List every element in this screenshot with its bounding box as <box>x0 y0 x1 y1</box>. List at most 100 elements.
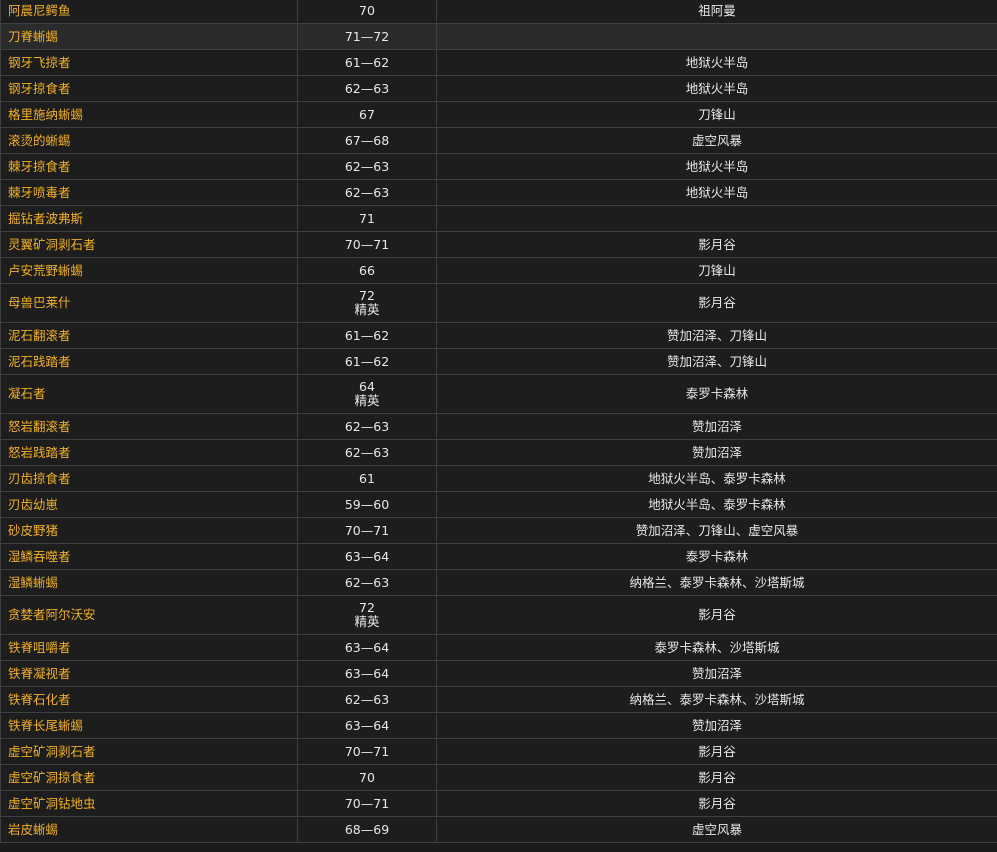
elite-tag: 精英 <box>354 393 380 408</box>
creature-name-link[interactable]: 湿鳞蜥蜴 <box>0 569 298 596</box>
creature-name-link[interactable]: 棘牙喷毒者 <box>0 179 298 206</box>
creature-level-cell: 62—63 <box>297 686 437 713</box>
creature-name-link[interactable]: 怒岩翻滚者 <box>0 413 298 440</box>
creature-level: 63—64 <box>344 548 390 564</box>
creature-name-link[interactable]: 铁脊长尾蜥蜴 <box>0 712 298 739</box>
creature-level: 72 <box>359 288 375 303</box>
creature-name-link[interactable]: 铁脊凝视者 <box>0 660 298 687</box>
creature-table-body: 阿晨尼鳄鱼 70 祖阿曼 刀脊蜥蜴 71—72 钢牙飞掠者 61—62 地狱火半岛 钢牙掠食者 6… <box>0 0 997 843</box>
creature-level-cell: 70—71 <box>297 738 437 765</box>
creature-name-link[interactable]: 贪婪者阿尔沃安 <box>0 595 298 635</box>
table-row: 母兽巴莱什 72 精英 影月谷 <box>0 283 997 323</box>
table-row: 阿晨尼鳄鱼 70 祖阿曼 <box>0 0 997 24</box>
creature-name-link[interactable]: 湿鳞吞噬者 <box>0 543 298 570</box>
table-row: 刃齿幼崽 59—60 地狱火半岛、泰罗卡森林 <box>0 491 997 518</box>
creature-level-cell: 62—63 <box>297 413 437 440</box>
creature-level-cell: 70 <box>297 0 437 24</box>
creature-zone: 影月谷 <box>436 790 997 817</box>
creature-zone: 纳格兰、泰罗卡森林、沙塔斯城 <box>436 686 997 713</box>
elite-tag: 精英 <box>354 614 380 629</box>
creature-level-cell: 71—72 <box>297 23 437 50</box>
creature-name-link[interactable]: 虚空矿洞掠食者 <box>0 764 298 791</box>
creature-level: 61—62 <box>344 327 390 343</box>
creature-name-link[interactable]: 阿晨尼鳄鱼 <box>0 0 298 24</box>
creature-level: 66 <box>359 262 375 278</box>
creature-level: 67—68 <box>344 132 390 148</box>
creature-name-link[interactable]: 虚空矿洞剥石者 <box>0 738 298 765</box>
table-row: 棘牙喷毒者 62—63 地狱火半岛 <box>0 179 997 206</box>
creature-level-cell: 63—64 <box>297 634 437 661</box>
creature-zone: 泰罗卡森林、沙塔斯城 <box>436 634 997 661</box>
creature-name-link[interactable]: 刀脊蜥蜴 <box>0 23 298 50</box>
creature-zone: 赞加沼泽 <box>436 439 997 466</box>
creature-name-link[interactable]: 钢牙掠食者 <box>0 75 298 102</box>
creature-name-link[interactable]: 棘牙掠食者 <box>0 153 298 180</box>
table-row: 灵翼矿洞剥石者 70—71 影月谷 <box>0 231 997 258</box>
creature-zone: 地狱火半岛 <box>436 49 997 76</box>
creature-name-link[interactable]: 怒岩践踏者 <box>0 439 298 466</box>
table-row: 贪婪者阿尔沃安 72 精英 影月谷 <box>0 595 997 635</box>
creature-level-cell: 63—64 <box>297 712 437 739</box>
creature-name-link[interactable]: 刃齿幼崽 <box>0 491 298 518</box>
creature-level: 71—72 <box>344 28 390 44</box>
creature-level-cell: 63—64 <box>297 660 437 687</box>
table-row: 岩皮蜥蜴 68—69 虚空风暴 <box>0 816 997 843</box>
creature-level: 62—63 <box>344 574 390 590</box>
creature-name-link[interactable]: 卢安荒野蜥蜴 <box>0 257 298 284</box>
creature-zone: 赞加沼泽 <box>436 712 997 739</box>
creature-level: 70 <box>359 2 375 18</box>
creature-zone: 影月谷 <box>436 595 997 635</box>
creature-level: 68—69 <box>344 821 390 837</box>
creature-name-link[interactable]: 钢牙飞掠者 <box>0 49 298 76</box>
creature-level-cell: 70—71 <box>297 231 437 258</box>
creature-zone: 地狱火半岛 <box>436 153 997 180</box>
table-row: 泥石翻滚者 61—62 赞加沼泽、刀锋山 <box>0 322 997 349</box>
creature-name-link[interactable]: 格里施纳蜥蜴 <box>0 101 298 128</box>
creature-name-link[interactable]: 灵翼矿洞剥石者 <box>0 231 298 258</box>
creature-level-cell: 61—62 <box>297 348 437 375</box>
creature-name-link[interactable]: 刃齿掠食者 <box>0 465 298 492</box>
creature-table: 阿晨尼鳄鱼 70 祖阿曼 刀脊蜥蜴 71—72 钢牙飞掠者 61—62 地狱火半岛 钢牙掠食者 6… <box>0 0 997 843</box>
creature-level-cell: 70 <box>297 764 437 791</box>
creature-level: 62—63 <box>344 80 390 96</box>
creature-zone: 赞加沼泽 <box>436 660 997 687</box>
creature-level: 63—64 <box>344 665 390 681</box>
creature-zone: 赞加沼泽、刀锋山 <box>436 348 997 375</box>
creature-level-cell: 72 精英 <box>297 595 437 635</box>
creature-level: 70—71 <box>344 743 390 759</box>
creature-name-link[interactable]: 泥石翻滚者 <box>0 322 298 349</box>
table-row: 泥石践踏者 61—62 赞加沼泽、刀锋山 <box>0 348 997 375</box>
creature-zone: 赞加沼泽、刀锋山 <box>436 322 997 349</box>
table-row: 湿鳞蜥蜴 62—63 纳格兰、泰罗卡森林、沙塔斯城 <box>0 569 997 596</box>
creature-name-link[interactable]: 铁脊石化者 <box>0 686 298 713</box>
creature-name-link[interactable]: 砂皮野猪 <box>0 517 298 544</box>
creature-zone: 祖阿曼 <box>436 0 997 24</box>
creature-name-link[interactable]: 母兽巴莱什 <box>0 283 298 323</box>
creature-zone: 泰罗卡森林 <box>436 543 997 570</box>
table-row: 铁脊咀嚼者 63—64 泰罗卡森林、沙塔斯城 <box>0 634 997 661</box>
table-row: 卢安荒野蜥蜴 66 刀锋山 <box>0 257 997 284</box>
creature-level: 71 <box>359 210 375 226</box>
creature-level-cell: 67 <box>297 101 437 128</box>
creature-name-link[interactable]: 泥石践踏者 <box>0 348 298 375</box>
creature-zone: 刀锋山 <box>436 257 997 284</box>
creature-level-cell: 72 精英 <box>297 283 437 323</box>
table-row: 怒岩翻滚者 62—63 赞加沼泽 <box>0 413 997 440</box>
creature-name-link[interactable]: 凝石者 <box>0 374 298 414</box>
creature-level-cell: 67—68 <box>297 127 437 154</box>
creature-level-cell: 62—63 <box>297 569 437 596</box>
table-row: 虚空矿洞掠食者 70 影月谷 <box>0 764 997 791</box>
creature-name-link[interactable]: 岩皮蜥蜴 <box>0 816 298 843</box>
creature-zone: 地狱火半岛、泰罗卡森林 <box>436 491 997 518</box>
table-row: 格里施纳蜥蜴 67 刀锋山 <box>0 101 997 128</box>
creature-zone: 地狱火半岛、泰罗卡森林 <box>436 465 997 492</box>
creature-name-link[interactable]: 铁脊咀嚼者 <box>0 634 298 661</box>
creature-level: 62—63 <box>344 418 390 434</box>
creature-name-link[interactable]: 滚烫的蜥蜴 <box>0 127 298 154</box>
table-row: 钢牙飞掠者 61—62 地狱火半岛 <box>0 49 997 76</box>
creature-level: 61—62 <box>344 353 390 369</box>
table-row: 虚空矿洞剥石者 70—71 影月谷 <box>0 738 997 765</box>
table-row: 湿鳞吞噬者 63—64 泰罗卡森林 <box>0 543 997 570</box>
creature-name-link[interactable]: 虚空矿洞钻地虫 <box>0 790 298 817</box>
creature-name-link[interactable]: 掘钻者波弗斯 <box>0 205 298 232</box>
